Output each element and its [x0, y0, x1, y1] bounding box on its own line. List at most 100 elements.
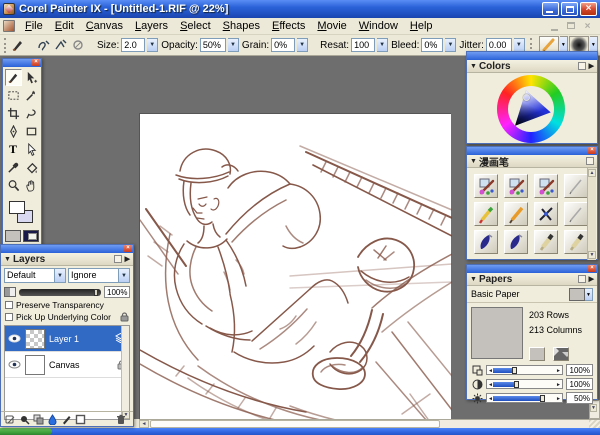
- grain-dropdown-icon[interactable]: ▼: [297, 38, 309, 52]
- visibility-eye-icon[interactable]: [8, 334, 21, 343]
- paper-scale-value[interactable]: 100%: [566, 364, 593, 376]
- gray-pencil-2-icon[interactable]: [564, 202, 588, 226]
- composite-method-dropdown[interactable]: Default ▼: [4, 268, 66, 283]
- resat-input[interactable]: 100: [351, 38, 376, 52]
- brush-tool[interactable]: [4, 69, 22, 86]
- paper-contrast-slider[interactable]: ◄ ►: [486, 379, 563, 389]
- colored-pencil-icon[interactable]: [474, 202, 498, 226]
- canvas[interactable]: [139, 113, 452, 435]
- paper-brightness-value[interactable]: 50%: [566, 392, 593, 404]
- jitter-dropdown-icon[interactable]: ▼: [513, 38, 525, 52]
- new-liquid-ink-layer-icon[interactable]: [61, 414, 72, 425]
- layer-name[interactable]: Layer 1: [49, 334, 111, 344]
- toolbar-grip[interactable]: [4, 37, 6, 53]
- brush-tray-header[interactable]: ▼ 漫画笔: [467, 155, 597, 169]
- delete-layer-icon[interactable]: [115, 414, 126, 425]
- menu-effects[interactable]: Effects: [266, 19, 311, 33]
- brush-tray-scrollbar[interactable]: ▲ ▼: [587, 168, 596, 260]
- title-bar[interactable]: Corel Painter IX - [Untitled-1.RIF @ 22%…: [0, 0, 600, 18]
- color-marker[interactable]: [523, 94, 530, 101]
- layers-collapse-icon[interactable]: ▼: [4, 256, 11, 263]
- paper-preview[interactable]: [471, 307, 523, 359]
- image-brush-2-icon[interactable]: [504, 174, 528, 198]
- pen-tool[interactable]: [5, 123, 22, 140]
- resat-dropdown-icon[interactable]: ▼: [377, 38, 389, 52]
- new-layer-icon[interactable]: [75, 414, 86, 425]
- menu-shapes[interactable]: Shapes: [217, 19, 266, 33]
- papers-header[interactable]: ▼ Papers ▶: [467, 273, 597, 286]
- layer-commands-icon[interactable]: [5, 414, 16, 425]
- brush-tray-close-icon[interactable]: ×: [588, 147, 596, 154]
- doc-minimize-button[interactable]: [549, 21, 562, 32]
- draw-straight-lines-icon[interactable]: [54, 37, 68, 53]
- image-brush-1-icon[interactable]: [474, 174, 498, 198]
- front-color-chip[interactable]: [9, 201, 25, 214]
- paper-brightness-slider[interactable]: ◄ ►: [486, 393, 563, 403]
- crop-tool[interactable]: [5, 105, 22, 122]
- lasso-tool[interactable]: [23, 105, 40, 122]
- menu-layers[interactable]: Layers: [129, 19, 174, 33]
- invert-paper-button[interactable]: [553, 347, 569, 361]
- dropper-tool[interactable]: [5, 159, 22, 176]
- size-input[interactable]: 2.0: [121, 38, 146, 52]
- start-button[interactable]: [0, 428, 52, 435]
- layer-thumbnail[interactable]: [25, 354, 45, 375]
- rectangle-shape-tool[interactable]: [23, 123, 40, 140]
- doc-restore-button[interactable]: [565, 21, 578, 32]
- papers-collapse-icon[interactable]: ▼: [470, 276, 477, 283]
- rectangular-selection-tool[interactable]: [5, 87, 22, 104]
- menu-canvas[interactable]: Canvas: [80, 19, 129, 33]
- paper-contrast-value[interactable]: 100%: [566, 378, 593, 390]
- bleed-dropdown-icon[interactable]: ▼: [445, 38, 457, 52]
- layer-row-layer1[interactable]: Layer 1: [5, 326, 129, 352]
- jitter-input[interactable]: 0.00: [485, 38, 512, 52]
- layer-opacity-value[interactable]: 100%: [104, 286, 130, 298]
- layer-thumbnail[interactable]: [25, 328, 45, 349]
- brush-tray-scroll-down-icon[interactable]: ▼: [588, 251, 596, 259]
- dynamic-plugins-icon[interactable]: [19, 414, 30, 425]
- menu-file[interactable]: File: [19, 19, 49, 33]
- opacity-input[interactable]: 50%: [199, 38, 226, 52]
- scroll-down-icon[interactable]: ▼: [590, 404, 597, 412]
- colors-collapse-box[interactable]: [577, 62, 586, 70]
- new-watercolor-layer-icon[interactable]: [47, 413, 58, 425]
- blue-pen-2-icon[interactable]: [504, 230, 528, 254]
- blue-pen-1-icon[interactable]: [474, 230, 498, 254]
- brush-tray-collapse-icon[interactable]: ▼: [470, 158, 477, 165]
- composite-depth-dropdown-icon[interactable]: ▼: [119, 268, 130, 283]
- paper-texture-chip[interactable]: [569, 287, 585, 301]
- brush-tray-title-bar[interactable]: ×: [467, 147, 597, 155]
- grain-input[interactable]: 0%: [271, 38, 296, 52]
- text-tool[interactable]: T: [5, 141, 22, 158]
- gray-pencil-1-icon[interactable]: [564, 174, 588, 198]
- colors-flyout-icon[interactable]: ▶: [589, 62, 594, 70]
- menu-movie[interactable]: Movie: [311, 19, 352, 33]
- papers-collapse-box[interactable]: [577, 275, 586, 283]
- pick-up-underlying-checkbox[interactable]: [5, 313, 13, 321]
- resize-grip[interactable]: [589, 420, 600, 428]
- orange-pencil-icon[interactable]: [504, 202, 528, 226]
- colors-collapse-icon[interactable]: ▼: [470, 63, 477, 70]
- bleed-input[interactable]: 0%: [421, 38, 444, 52]
- paper-selector[interactable]: [5, 230, 21, 242]
- close-button[interactable]: ×: [580, 2, 597, 16]
- image-brush-3-icon[interactable]: [534, 174, 558, 198]
- draw-freehand-icon[interactable]: [37, 37, 51, 53]
- layer-row-canvas[interactable]: Canvas: [5, 352, 129, 378]
- restore-button[interactable]: [561, 2, 578, 16]
- scroll-left-icon[interactable]: ◄: [139, 420, 149, 428]
- papers-flyout-icon[interactable]: ▶: [589, 275, 594, 283]
- preserve-transparency-checkbox[interactable]: [5, 301, 13, 309]
- opacity-dropdown-icon[interactable]: ▼: [227, 38, 239, 52]
- layer-name[interactable]: Canvas: [49, 360, 113, 370]
- layers-collapse-box[interactable]: [113, 255, 122, 263]
- menu-select[interactable]: Select: [174, 19, 217, 33]
- colors-title-bar[interactable]: [467, 52, 597, 60]
- magnifier-tool[interactable]: [5, 177, 22, 194]
- pattern-gradient-selector[interactable]: [23, 230, 39, 242]
- doc-close-button[interactable]: ×: [581, 21, 594, 32]
- color-wheel[interactable]: [467, 73, 597, 144]
- toolbox-title-bar[interactable]: ×: [3, 59, 41, 67]
- menu-help[interactable]: Help: [404, 19, 439, 33]
- minimize-button[interactable]: [542, 2, 559, 16]
